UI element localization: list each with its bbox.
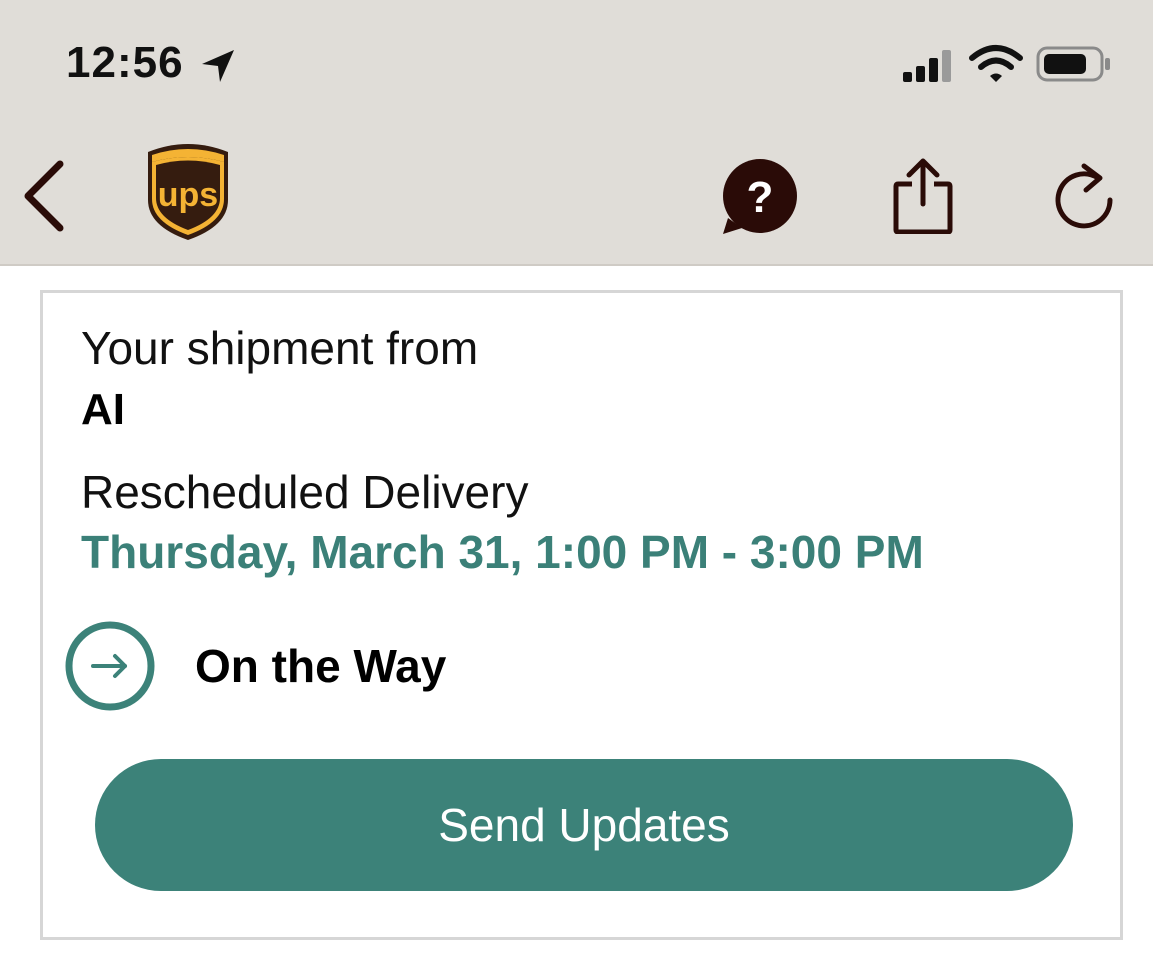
svg-text:?: ? xyxy=(747,173,774,222)
shipment-from-label: Your shipment from xyxy=(81,322,479,374)
wifi-icon xyxy=(969,45,1023,82)
ups-logo-text: ups xyxy=(158,176,218,214)
status-time: 12:56 xyxy=(66,38,184,87)
battery-icon xyxy=(1036,46,1110,82)
shipment-status: On the Way xyxy=(195,640,447,692)
share-icon[interactable] xyxy=(892,158,954,234)
refresh-icon[interactable] xyxy=(1052,160,1116,232)
help-icon[interactable]: ? xyxy=(720,158,800,238)
shipper-name: AI xyxy=(81,385,125,434)
top-bar: 12:56 ups ? xyxy=(0,0,1153,266)
cellular-signal-icon xyxy=(903,50,951,82)
delivery-label: Rescheduled Delivery xyxy=(81,466,529,518)
back-chevron-icon[interactable] xyxy=(20,158,68,234)
ups-logo: ups xyxy=(148,144,228,240)
send-updates-button[interactable]: Send Updates xyxy=(95,759,1073,891)
location-arrow-icon xyxy=(202,50,234,82)
shipment-card: Your shipment from AI Rescheduled Delive… xyxy=(40,290,1123,940)
on-the-way-arrow-icon xyxy=(65,621,155,711)
delivery-window: Thursday, March 31, 1:00 PM - 3:00 PM xyxy=(81,526,924,578)
